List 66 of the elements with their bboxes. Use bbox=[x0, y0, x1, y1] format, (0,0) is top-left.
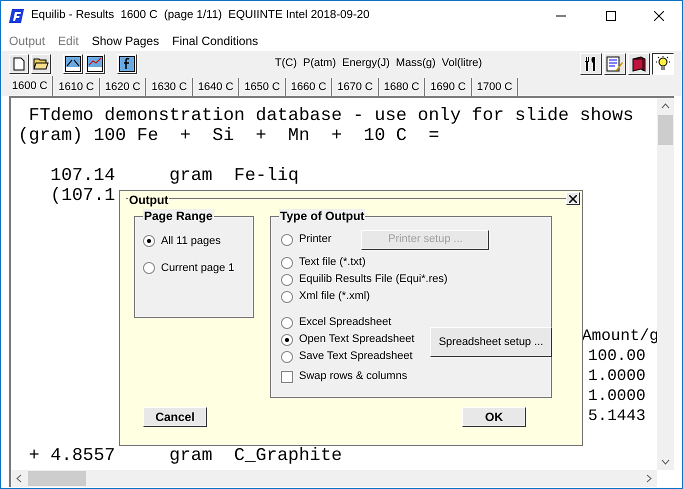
results-line: FTdemo demonstration database - use only for slide shows bbox=[28, 106, 634, 126]
radio-button[interactable] bbox=[281, 290, 293, 302]
scroll-thumb[interactable] bbox=[28, 471, 86, 486]
radio-label[interactable]: Current page 1 bbox=[161, 260, 234, 276]
vertical-scrollbar[interactable] bbox=[657, 98, 674, 470]
radio-button[interactable] bbox=[143, 262, 155, 274]
function-icon bbox=[119, 56, 135, 72]
app-logo-icon bbox=[9, 8, 25, 24]
radio-button[interactable] bbox=[281, 234, 293, 246]
amount-value: 100.00 bbox=[587, 346, 646, 366]
radio-label[interactable]: All 11 pages bbox=[161, 233, 221, 250]
new-file-icon bbox=[13, 56, 25, 70]
radio-button[interactable] bbox=[143, 235, 155, 248]
cancel-button[interactable]: Cancel bbox=[143, 407, 207, 427]
results-line: 107.14 gram Fe-liq bbox=[49, 166, 299, 186]
book-icon bbox=[631, 56, 647, 72]
folder-icon bbox=[33, 57, 49, 70]
horizontal-scrollbar[interactable] bbox=[11, 470, 657, 487]
maximize-icon[interactable] bbox=[606, 11, 616, 21]
results-line: + 4.8557 gram C_Graphite bbox=[28, 446, 342, 466]
amount-value: 5.1443 bbox=[587, 406, 646, 426]
radio-button[interactable] bbox=[281, 256, 293, 268]
checkbox-label[interactable]: Swap rows & columns bbox=[299, 368, 408, 385]
radio-button[interactable] bbox=[281, 274, 293, 286]
edit-icon bbox=[606, 56, 624, 72]
checkbox[interactable] bbox=[281, 370, 293, 382]
amount-value: 1.0000 bbox=[587, 366, 646, 386]
scroll-left-icon[interactable] bbox=[16, 474, 22, 483]
function-button[interactable] bbox=[117, 54, 137, 74]
radio-button[interactable] bbox=[281, 334, 293, 346]
radio-label[interactable]: Open Text Spreadsheet bbox=[299, 331, 414, 348]
menu-item[interactable]: Show Pages bbox=[92, 32, 160, 50]
radio-label[interactable]: Xml file (*.xml) bbox=[299, 288, 370, 305]
radio-label[interactable]: Excel Spreadsheet bbox=[299, 314, 392, 331]
menu-item[interactable]: Final Conditions bbox=[172, 32, 258, 50]
toolbar-button[interactable] bbox=[652, 52, 674, 74]
radio-label[interactable]: Printer bbox=[299, 231, 332, 248]
window-title: Equilib - Results 1600 C (page 1/11) EQUIINTE Intel 2018-09-20 bbox=[31, 8, 370, 24]
spreadsheet-setup-button[interactable]: Spreadsheet setup ... bbox=[430, 327, 552, 357]
ok-button[interactable]: OK bbox=[462, 407, 526, 427]
close-icon bbox=[569, 194, 577, 202]
radio-label[interactable]: Save Text Spreadsheet bbox=[299, 348, 413, 365]
scroll-thumb[interactable] bbox=[658, 115, 673, 145]
radio-button[interactable] bbox=[281, 316, 293, 328]
close-button[interactable] bbox=[566, 192, 580, 205]
xml-file-icon bbox=[65, 56, 81, 72]
open-folder-button[interactable] bbox=[31, 54, 51, 74]
new-file-button[interactable] bbox=[9, 54, 29, 74]
lightbulb-icon bbox=[655, 56, 671, 72]
group-title: Type of Output bbox=[279, 209, 366, 223]
results-line: (gram) 100 Fe + Si + Mn + 10 C = bbox=[18, 126, 440, 146]
column-heading: Amount/g bbox=[582, 326, 657, 346]
results-line: (107.1 bbox=[49, 186, 116, 206]
scroll-down-icon[interactable] bbox=[661, 459, 670, 465]
radio-label[interactable]: Text file (*.txt) bbox=[299, 254, 366, 271]
scroll-right-icon[interactable] bbox=[646, 474, 652, 483]
opt-export-button[interactable] bbox=[85, 54, 105, 74]
group-title: Page Range bbox=[143, 209, 214, 223]
radio-label[interactable]: Equilib Results File (Equi*.res) bbox=[299, 271, 448, 288]
chart-file-icon bbox=[87, 56, 103, 72]
xml-export-button[interactable] bbox=[63, 54, 83, 74]
scroll-up-icon[interactable] bbox=[661, 103, 670, 109]
radio-button[interactable] bbox=[281, 350, 293, 362]
close-icon[interactable] bbox=[654, 11, 664, 21]
units-label: T(C) P(atm) Energy(J) Mass(g) Vol(litre) bbox=[274, 56, 482, 72]
amount-value: 1.0000 bbox=[587, 386, 646, 406]
